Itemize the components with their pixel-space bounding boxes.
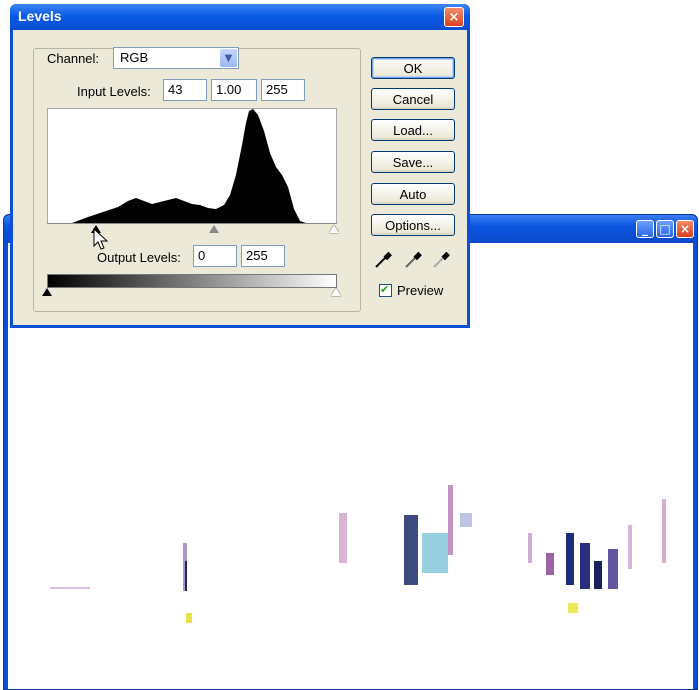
checkmark-icon: ✔ (380, 283, 390, 296)
gray-eyedropper-icon[interactable] (403, 250, 423, 270)
input-slider-track[interactable] (47, 223, 337, 224)
preview-label[interactable]: Preview (397, 283, 443, 298)
auto-button[interactable]: Auto (371, 183, 455, 205)
black-eyedropper-icon[interactable] (373, 250, 393, 270)
input-levels-label: Input Levels: (77, 84, 151, 99)
output-white-field[interactable]: 255 (241, 245, 285, 267)
minimize-icon: _ (642, 222, 648, 236)
histogram (47, 108, 337, 224)
close-window-button[interactable]: × (676, 220, 694, 238)
save-button[interactable]: Save... (371, 151, 455, 173)
ok-button[interactable]: OK (371, 57, 455, 79)
dialog-title: Levels (18, 8, 62, 24)
cancel-button[interactable]: Cancel (371, 88, 455, 110)
maximize-icon: □ (659, 222, 671, 236)
chevron-down-icon[interactable]: ▼ (220, 49, 237, 67)
channel-value: RGB (120, 50, 149, 65)
input-gamma-slider[interactable] (209, 225, 219, 233)
input-gamma-field[interactable]: 1.00 (211, 79, 257, 101)
arrow-cursor-icon (93, 228, 109, 250)
white-eyedropper-icon[interactable] (431, 250, 451, 270)
histogram-graph (72, 109, 306, 223)
dialog-close-button[interactable]: × (444, 7, 464, 27)
minimize-button[interactable]: _ (636, 220, 654, 238)
close-icon: × (679, 222, 691, 236)
output-black-slider[interactable] (42, 288, 52, 296)
output-gradient-bar (47, 274, 337, 288)
levels-dialog: Levels × Channel: RGB ▼ Input Levels: 43… (10, 4, 470, 328)
channel-select[interactable]: RGB ▼ (113, 47, 239, 69)
input-white-field[interactable]: 255 (261, 79, 305, 101)
output-black-field[interactable]: 0 (193, 245, 237, 267)
maximize-button[interactable]: □ (656, 220, 674, 238)
input-black-field[interactable]: 43 (163, 79, 207, 101)
input-white-slider[interactable] (329, 225, 339, 233)
image-speckles (50, 485, 666, 623)
dialog-titlebar[interactable]: Levels × (10, 4, 470, 30)
output-white-slider[interactable] (331, 288, 341, 296)
options-button[interactable]: Options... (371, 214, 455, 236)
load-button[interactable]: Load... (371, 119, 455, 141)
output-levels-label: Output Levels: (97, 250, 181, 265)
preview-checkbox[interactable]: ✔ (379, 283, 392, 297)
channel-label: Channel: (47, 51, 100, 66)
close-icon: × (448, 9, 460, 25)
